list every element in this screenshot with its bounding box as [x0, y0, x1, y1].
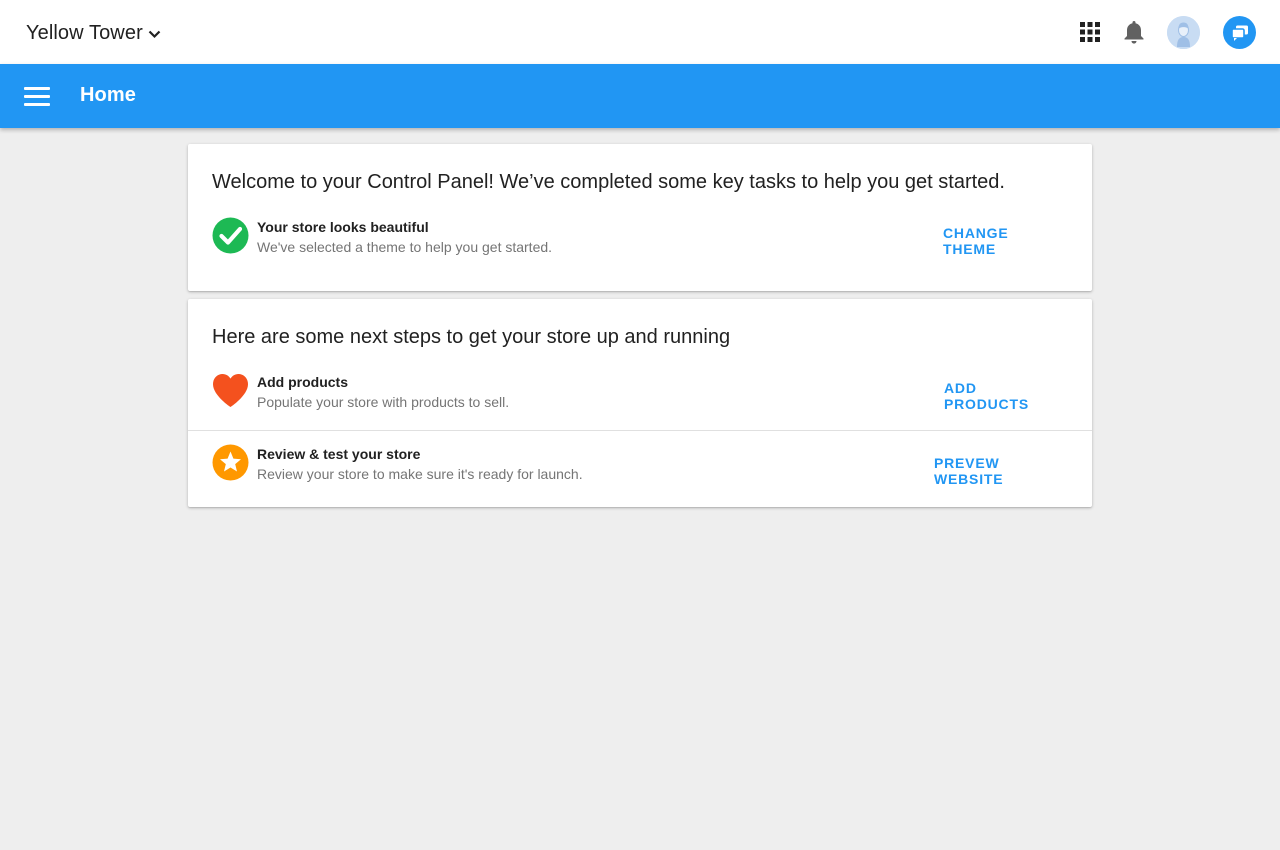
next-steps-heading: Here are some next steps to get your sto…	[212, 326, 731, 348]
change-theme-button[interactable]: CHANGE THEME	[935, 223, 1061, 259]
preview-website-button[interactable]: PREVEW WEBSITE	[926, 453, 1064, 489]
review-store-row: Review & test your store Review your sto…	[188, 444, 1092, 504]
hamburger-menu-icon[interactable]	[21, 82, 53, 110]
task-title: Review & test your store	[257, 446, 421, 462]
add-products-row: Add products Populate your store with pr…	[188, 372, 1092, 432]
completed-task-row: Your store looks beautiful We've selecte…	[188, 217, 1092, 277]
bell-icon[interactable]	[1118, 16, 1150, 48]
task-description: We've selected a theme to help you get s…	[257, 239, 553, 255]
star-circle-icon	[212, 444, 249, 481]
welcome-heading: Welcome to your Control Panel! We’ve com…	[212, 171, 1005, 193]
page-title: Home	[80, 84, 136, 106]
add-products-button[interactable]: ADD PRODUCTS	[936, 378, 1060, 414]
chevron-down-icon	[148, 28, 162, 42]
heart-icon	[212, 372, 249, 409]
top-bar: Yellow Tower	[0, 0, 1280, 64]
avatar-icon	[1167, 16, 1200, 49]
check-circle-icon	[212, 217, 249, 254]
welcome-card: Welcome to your Control Panel! We’ve com…	[188, 144, 1092, 291]
task-description: Populate your store with products to sel…	[257, 394, 510, 410]
chat-icon[interactable]	[1223, 16, 1256, 49]
avatar[interactable]	[1167, 16, 1200, 49]
divider	[188, 430, 1092, 431]
apps-grid-icon[interactable]	[1074, 16, 1106, 48]
next-steps-card: Here are some next steps to get your sto…	[188, 299, 1092, 507]
task-description: Review your store to make sure it's read…	[257, 466, 583, 482]
store-switcher[interactable]: Yellow Tower	[26, 20, 162, 46]
task-title: Add products	[257, 374, 348, 390]
store-name: Yellow Tower	[26, 21, 143, 44]
task-title: Your store looks beautiful	[257, 219, 429, 235]
app-bar: Home	[0, 64, 1280, 128]
